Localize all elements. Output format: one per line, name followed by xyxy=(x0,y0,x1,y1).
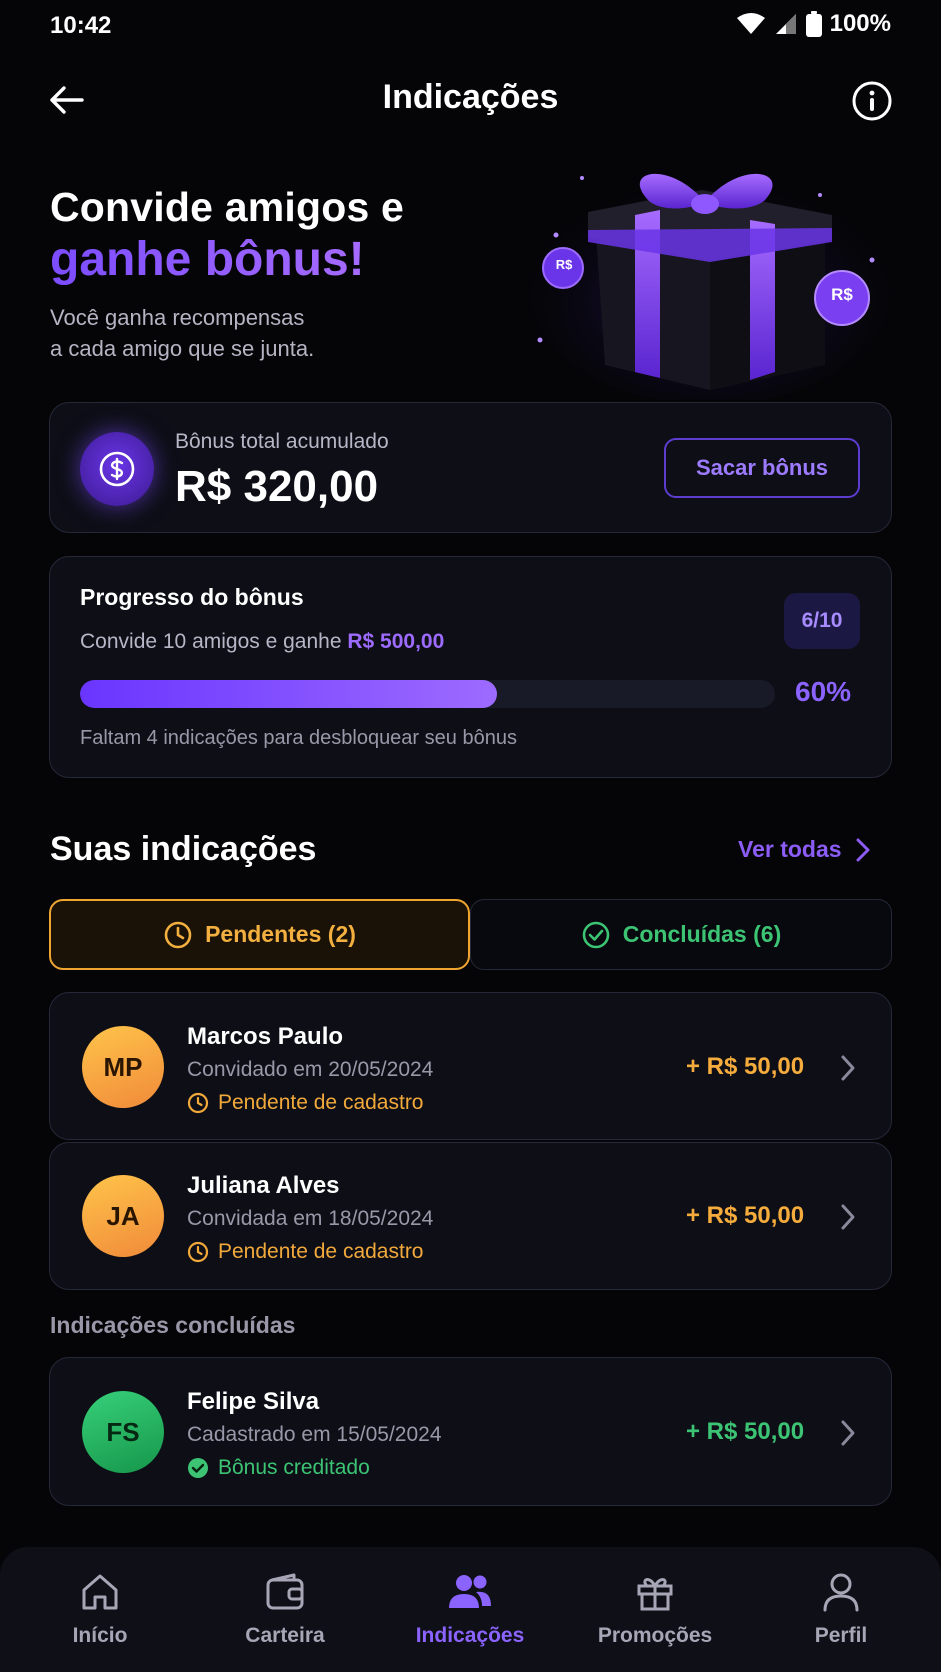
check-circle-icon xyxy=(188,1458,208,1478)
hero-subtitle-line1: Você ganha recompensas xyxy=(50,305,305,330)
battery-icon xyxy=(805,11,822,37)
hero-title-line1: Convide amigos e xyxy=(50,184,405,230)
referral-status: Pendente de cadastro xyxy=(187,1240,424,1264)
referral-status-label: Pendente de cadastro xyxy=(218,1091,424,1114)
chevron-right-icon xyxy=(841,1420,855,1446)
avatar: MP xyxy=(82,1026,164,1108)
nav-label: Carteira xyxy=(245,1624,325,1647)
tab-pending[interactable]: Pendentes (2) xyxy=(49,899,470,970)
gift-box-icon xyxy=(530,173,890,405)
nav-item-referrals[interactable]: Indicações xyxy=(385,1570,555,1648)
nav-label: Indicações xyxy=(415,1624,525,1647)
referrals-section-title: Suas indicações xyxy=(50,830,317,868)
status-icons: 100% xyxy=(736,10,891,38)
referral-amount: + R$ 50,00 xyxy=(686,1053,805,1080)
nav-item-profile[interactable]: Perfil xyxy=(756,1570,926,1648)
hero-subtitle: Você ganha recompensas a cada amigo que … xyxy=(50,302,430,364)
users-icon xyxy=(449,1575,491,1608)
see-all-label: Ver todas xyxy=(738,836,842,862)
coin-label-large: R$ xyxy=(831,285,853,304)
referral-name: Felipe Silva xyxy=(187,1388,320,1415)
wifi-icon xyxy=(736,13,765,34)
progress-bar xyxy=(80,680,775,708)
clock-icon xyxy=(187,1241,209,1263)
gift-illustration: R$ R$ xyxy=(520,150,900,405)
progress-count-badge: 6/10 xyxy=(784,593,860,649)
referral-date: Convidado em 20/05/2024 xyxy=(187,1058,434,1081)
nav-item-promotions[interactable]: Promoções xyxy=(570,1570,740,1648)
signal-icon xyxy=(775,14,796,34)
dollar-coin-icon xyxy=(80,432,154,506)
check-circle-icon xyxy=(582,921,610,948)
progress-note: Faltam 4 indicações para desbloquear seu… xyxy=(80,727,517,749)
bonus-value: R$ 320,00 xyxy=(175,462,379,511)
nav-label: Perfil xyxy=(814,1624,868,1647)
referral-status: Bônus creditado xyxy=(187,1456,370,1480)
see-all-link[interactable]: Ver todas xyxy=(738,836,870,863)
progress-title: Progresso do bônus xyxy=(80,584,304,610)
progress-desc-amount: R$ 500,00 xyxy=(347,630,445,653)
chevron-right-icon xyxy=(841,1055,855,1081)
referral-amount: + R$ 50,00 xyxy=(686,1418,805,1445)
nav-item-home[interactable]: Início xyxy=(15,1570,185,1648)
bonus-label: Bônus total acumulado xyxy=(175,430,389,453)
referral-status: Pendente de cadastro xyxy=(187,1091,424,1115)
progress-percent: 60% xyxy=(795,676,852,707)
progress-desc-prefix: Convide 10 amigos e ganhe xyxy=(80,630,348,653)
hero-subtitle-line2: a cada amigo que se junta. xyxy=(50,336,315,361)
info-icon xyxy=(852,81,892,121)
referral-status-label: Pendente de cadastro xyxy=(218,1240,424,1263)
completed-section-title: Indicações concluídas xyxy=(50,1312,296,1338)
referral-status-label: Bônus creditado xyxy=(218,1456,370,1479)
withdraw-bonus-button[interactable]: Sacar bônus xyxy=(664,438,860,498)
info-button[interactable] xyxy=(851,80,893,122)
gift-icon xyxy=(637,1578,673,1611)
referral-date: Convidada em 18/05/2024 xyxy=(187,1207,434,1230)
hero-title-highlight: ganhe bônus! xyxy=(50,233,365,286)
nav-item-wallet[interactable]: Carteira xyxy=(200,1570,370,1648)
tab-completed[interactable]: Concluídas (6) xyxy=(470,899,892,970)
coin-label-small: R$ xyxy=(555,257,573,272)
referral-date: Cadastrado em 15/05/2024 xyxy=(187,1423,442,1446)
home-icon xyxy=(82,1574,118,1610)
referral-name: Juliana Alves xyxy=(187,1172,340,1199)
wallet-icon xyxy=(266,1573,304,1610)
referral-name: Marcos Paulo xyxy=(187,1023,344,1050)
progress-description: Convide 10 amigos e ganhe R$ 500,00 xyxy=(80,630,444,654)
referral-amount: + R$ 50,00 xyxy=(686,1202,805,1229)
tab-pending-label: Pendentes (2) xyxy=(205,921,356,947)
profile-icon xyxy=(823,1573,859,1612)
clock-icon xyxy=(164,921,192,948)
battery-level: 100% xyxy=(829,10,891,37)
progress-bar-fill xyxy=(80,680,497,708)
avatar: JA xyxy=(82,1175,164,1257)
nav-label: Início xyxy=(72,1624,128,1647)
clock-icon xyxy=(187,1092,209,1114)
status-time: 10:42 xyxy=(50,12,112,39)
tab-completed-label: Concluídas (6) xyxy=(622,921,782,947)
avatar: FS xyxy=(82,1391,164,1473)
chevron-right-icon xyxy=(841,1204,855,1230)
nav-label: Promoções xyxy=(597,1624,713,1647)
chevron-right-icon xyxy=(856,838,870,861)
page-title: Indicações xyxy=(382,78,559,116)
